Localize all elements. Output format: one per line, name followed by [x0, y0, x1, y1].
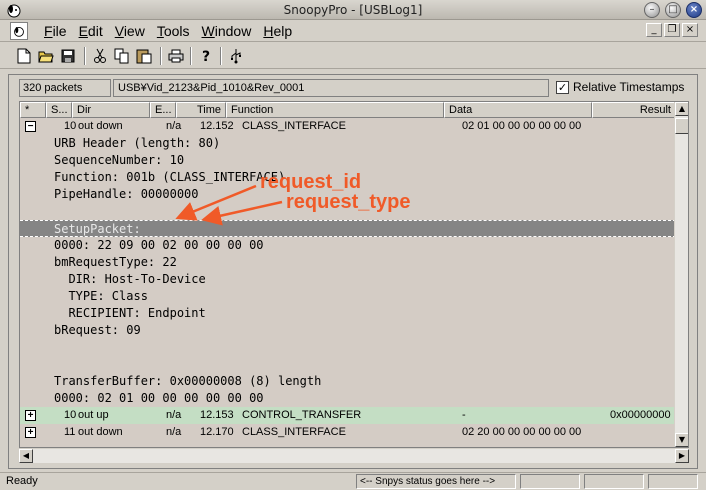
menu-accelerator: W [201, 23, 215, 39]
toolbar: ? [0, 43, 706, 69]
menu-label: elp [273, 23, 293, 39]
mdi-minimize-button[interactable]: _ [646, 23, 662, 37]
menu-window[interactable]: Window [196, 23, 258, 39]
device-path: USB¥Vid_2123&Pid_1010&Rev_0001 [113, 79, 549, 97]
help-button[interactable]: ? [196, 46, 216, 66]
toolbar-separator [190, 47, 192, 65]
vertical-scrollbar[interactable]: ▲ ▼ [674, 102, 688, 447]
toolbar-separator [84, 47, 86, 65]
save-file-button[interactable] [58, 46, 78, 66]
scroll-right-button[interactable]: ▶ [675, 449, 689, 463]
toolbar-separator [220, 47, 222, 65]
status-message: <-- Snpys status goes here --> [356, 474, 516, 489]
packet-count: 320 packets [19, 79, 111, 97]
open-file-button[interactable] [36, 46, 56, 66]
status-pane-1 [520, 474, 580, 489]
mdi-close-button[interactable]: × [682, 23, 698, 37]
request-type-annotation: request_type [286, 191, 411, 213]
request-type-arrow [201, 200, 283, 226]
menu-accelerator: F [44, 23, 53, 39]
print-icon [168, 49, 184, 63]
print-button[interactable] [166, 46, 186, 66]
mdi-restore-button[interactable]: ❐ [664, 23, 680, 37]
close-icon: × [689, 4, 699, 15]
menu-file[interactable]: File [38, 23, 73, 39]
usb-log-window: 320 packets USB¥Vid_2123&Pid_1010&Rev_00… [8, 74, 698, 469]
toolbar-separator [160, 47, 162, 65]
request-id-arrow [175, 184, 257, 221]
menu-tools[interactable]: Tools [151, 23, 196, 39]
new-icon [17, 48, 31, 64]
app-window: SnoopyPro - [USBLog1] – □ × File Edit View… [0, 0, 706, 490]
copy-button[interactable] [112, 46, 132, 66]
menu-label: iew [123, 23, 145, 39]
menu-view[interactable]: View [109, 23, 151, 39]
menu-accelerator: E [78, 23, 88, 39]
maximize-button[interactable]: □ [665, 2, 681, 18]
usb-icon [231, 49, 241, 64]
window-title: SnoopyPro - [USBLog1] [283, 3, 423, 17]
menu-accelerator: V [114, 23, 124, 39]
status-bar: Ready <-- Snpys status goes here --> [0, 472, 706, 490]
menu-accelerator: H [263, 23, 274, 39]
status-ready: Ready [6, 475, 38, 487]
menu-help[interactable]: Help [257, 23, 298, 39]
cut-button[interactable] [90, 46, 110, 66]
copy-icon [114, 48, 129, 64]
menu-label: indow [214, 23, 252, 39]
document-system-icon[interactable] [10, 22, 28, 40]
title-bar[interactable]: SnoopyPro - [USBLog1] – □ × [0, 0, 706, 20]
menu-label: ools [163, 23, 190, 39]
cut-icon [94, 48, 106, 63]
packet-list[interactable]: * S... Dir E... Time Function Data Resul… [19, 101, 689, 448]
menu-bar: File Edit View Tools Window Help _ ❐ × [0, 20, 706, 42]
open-icon [38, 51, 54, 63]
minimize-button[interactable]: – [644, 2, 660, 18]
menu-label: ile [52, 23, 67, 39]
maximize-icon: □ [668, 4, 678, 15]
usb-button[interactable] [226, 46, 246, 66]
relative-timestamps-checkbox[interactable]: ✓ [556, 81, 569, 94]
scroll-thumb[interactable] [675, 118, 688, 134]
annotation-arrows [175, 184, 283, 226]
scroll-left-button[interactable]: ◀ [19, 449, 33, 463]
status-pane-2 [584, 474, 644, 489]
paste-icon [136, 49, 152, 64]
minimize-icon: – [649, 4, 655, 15]
menu-label: dit [87, 23, 103, 39]
svg-text:?: ? [202, 49, 210, 64]
menu-edit[interactable]: Edit [73, 23, 109, 39]
new-file-button[interactable] [14, 46, 34, 66]
close-button[interactable]: × [686, 2, 702, 18]
menu-accelerator: T [156, 23, 164, 39]
paste-button[interactable] [134, 46, 154, 66]
save-icon [61, 49, 75, 63]
horizontal-scrollbar[interactable]: ◀ ▶ [19, 449, 689, 463]
scroll-up-button[interactable]: ▲ [675, 102, 688, 116]
scroll-down-button[interactable]: ▼ [675, 433, 688, 447]
relative-timestamps-label[interactable]: Relative Timestamps [573, 80, 684, 94]
status-pane-3 [648, 474, 698, 489]
help-icon: ? [202, 49, 210, 64]
